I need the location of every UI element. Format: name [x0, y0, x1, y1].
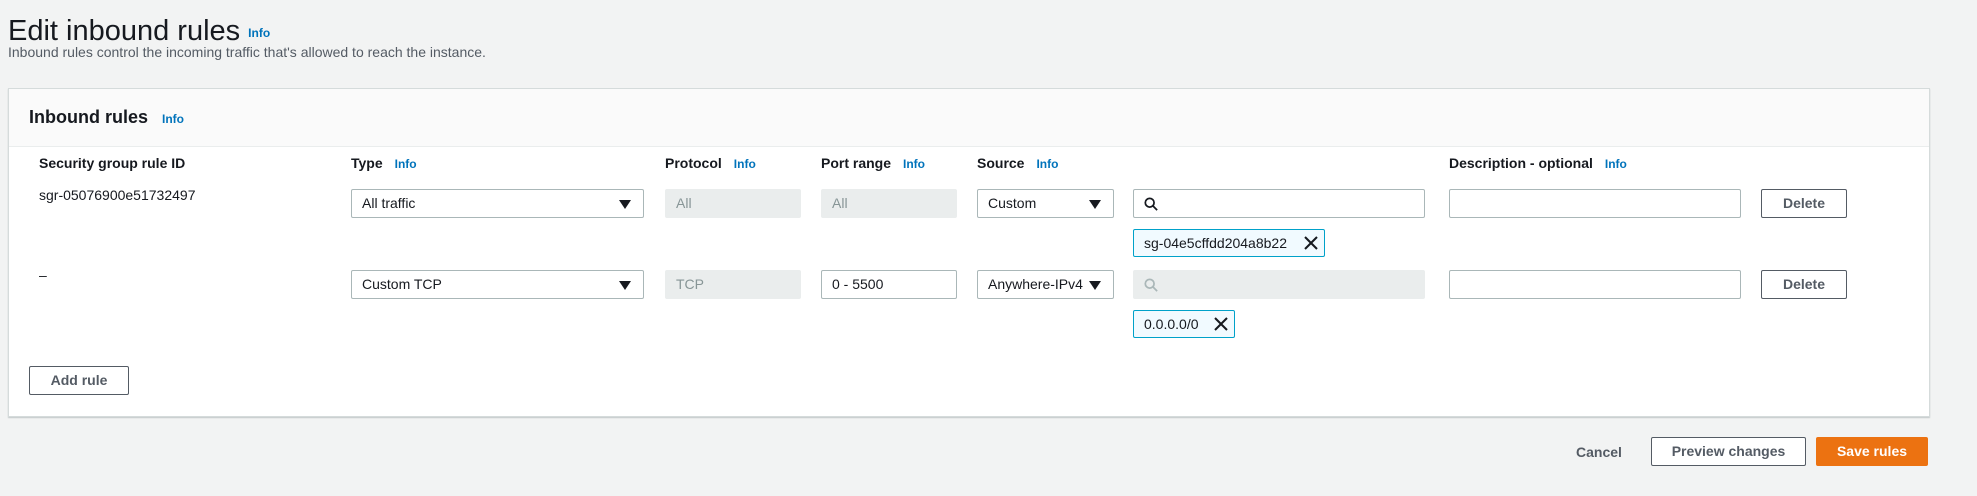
save-rules-button[interactable]: Save rules	[1816, 437, 1928, 466]
inbound-rules-panel: Inbound rules Info Security group rule ID…	[8, 88, 1930, 417]
col-header-description-label: Description - optional	[1449, 155, 1593, 171]
col-header-port-range: Port range Info	[821, 155, 925, 171]
cancel-button[interactable]: Cancel	[1576, 444, 1622, 460]
caret-down-icon	[1089, 281, 1101, 290]
source-token-label: sg-04e5cffdd204a8b22	[1144, 235, 1287, 251]
port-range-input: All	[821, 189, 957, 218]
col-header-type: Type Info	[351, 155, 417, 171]
description-info-link[interactable]: Info	[1605, 157, 1627, 171]
description-input[interactable]	[1449, 189, 1741, 218]
source-token-label: 0.0.0.0/0	[1144, 316, 1199, 332]
caret-down-icon	[1089, 200, 1101, 209]
col-header-protocol-label: Protocol	[665, 155, 722, 171]
source-info-link[interactable]: Info	[1036, 157, 1058, 171]
search-icon	[1144, 197, 1158, 211]
source-search-input[interactable]	[1133, 189, 1425, 218]
type-select[interactable]: All traffic	[351, 189, 644, 218]
col-header-port-range-label: Port range	[821, 155, 892, 171]
type-select-value: All traffic	[362, 195, 416, 211]
source-select-value: Anywhere-IPv4	[988, 276, 1083, 292]
page-info-link[interactable]: Info	[248, 26, 270, 40]
source-token: 0.0.0.0/0	[1133, 310, 1235, 338]
col-header-description: Description - optional Info	[1449, 155, 1627, 171]
source-select[interactable]: Custom	[977, 189, 1114, 218]
panel-title-text: Inbound rules	[29, 107, 148, 127]
col-header-source-label: Source	[977, 155, 1025, 171]
col-header-rule-id-label: Security group rule ID	[39, 155, 186, 171]
source-token: sg-04e5cffdd204a8b22	[1133, 229, 1325, 257]
source-select-value: Custom	[988, 195, 1037, 211]
port-range-input[interactable]: 0 - 5500	[821, 270, 957, 299]
type-info-link[interactable]: Info	[395, 157, 417, 171]
source-select[interactable]: Anywhere-IPv4	[977, 270, 1114, 299]
close-icon[interactable]	[1304, 236, 1318, 250]
col-header-source: Source Info	[977, 155, 1058, 171]
port-range-info-link[interactable]: Info	[903, 157, 925, 171]
add-rule-button[interactable]: Add rule	[29, 366, 129, 395]
delete-button[interactable]: Delete	[1761, 270, 1847, 299]
page-title-text: Edit inbound rules	[8, 15, 241, 48]
rule-id: –	[39, 267, 47, 283]
caret-down-icon	[619, 200, 631, 209]
col-header-type-label: Type	[351, 155, 383, 171]
close-icon[interactable]	[1214, 317, 1228, 331]
page-description: Inbound rules control the incoming traff…	[8, 44, 486, 60]
preview-changes-button[interactable]: Preview changes	[1651, 437, 1806, 466]
type-select[interactable]: Custom TCP	[351, 270, 644, 299]
source-search-input	[1133, 270, 1425, 299]
panel-header: Inbound rules Info	[9, 89, 1929, 147]
protocol-field: All	[665, 189, 801, 218]
description-input[interactable]	[1449, 270, 1741, 299]
panel-title: Inbound rules Info	[29, 107, 184, 128]
rule-id: sgr-05076900e51732497	[39, 187, 196, 203]
col-header-rule-id: Security group rule ID	[39, 155, 185, 171]
col-header-protocol: Protocol Info	[665, 155, 756, 171]
search-icon	[1144, 278, 1158, 292]
panel-info-link[interactable]: Info	[162, 112, 184, 126]
protocol-field: TCP	[665, 270, 801, 299]
delete-button[interactable]: Delete	[1761, 189, 1847, 218]
type-select-value: Custom TCP	[362, 276, 442, 292]
caret-down-icon	[619, 281, 631, 290]
protocol-info-link[interactable]: Info	[734, 157, 756, 171]
